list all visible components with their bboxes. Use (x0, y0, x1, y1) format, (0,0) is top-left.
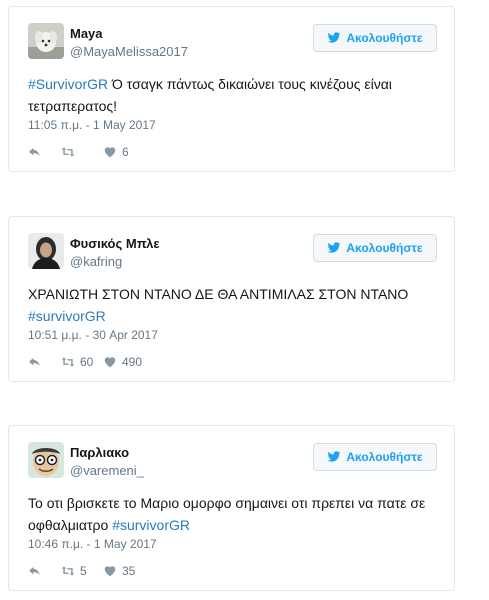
like-count: 6 (122, 145, 129, 159)
follow-button[interactable]: Ακολουθήστε (313, 443, 437, 471)
retweet-count: 5 (80, 564, 87, 578)
like-button[interactable]: 490 (103, 355, 142, 369)
reply-button[interactable] (28, 355, 61, 369)
tweet-timestamp[interactable]: 11:05 π.μ. - 1 May 2017 (28, 118, 156, 132)
reply-button[interactable] (28, 564, 61, 578)
twitter-bird-icon (327, 451, 341, 462)
tweet-actions: 6 (28, 145, 129, 159)
follow-label: Ακολουθήστε (346, 241, 423, 255)
reply-icon (29, 357, 40, 367)
avatar[interactable] (28, 23, 64, 59)
hashtag-link[interactable]: #survivorGR (28, 308, 106, 324)
follow-button[interactable]: Ακολουθήστε (313, 24, 437, 52)
tweet-timestamp[interactable]: 10:51 μ.μ. - 30 Apr 2017 (28, 328, 158, 342)
hashtag-link[interactable]: #survivorGR (112, 517, 190, 533)
avatar[interactable] (28, 233, 64, 269)
retweet-button[interactable]: 5 (61, 564, 103, 578)
heart-icon (104, 566, 116, 577)
tweet-card: Φυσικός Μπλε @kafring Ακολουθήστε ΧΡΑΝΙΩ… (8, 216, 455, 382)
like-button[interactable]: 6 (103, 145, 129, 159)
user-name[interactable]: Παρλιακο (70, 445, 129, 460)
retweet-icon (61, 357, 75, 367)
follow-label: Ακολουθήστε (346, 450, 423, 464)
reply-button[interactable] (28, 145, 61, 159)
tweet-text: Το οτι βρισκετε το Μαριο ομορφο σημαινει… (28, 492, 438, 536)
tweet-actions: 60 490 (28, 355, 142, 369)
tweet-actions: 5 35 (28, 564, 135, 578)
retweet-icon (61, 566, 75, 576)
like-count: 490 (122, 355, 143, 369)
retweet-button[interactable]: 60 (61, 355, 103, 369)
user-handle[interactable]: @kafring (70, 254, 122, 269)
heart-icon (104, 147, 116, 158)
tweet-text: #SurvivorGR Ό τσαγκ πάντως δικαιώνει του… (28, 73, 438, 117)
avatar[interactable] (28, 442, 64, 478)
heart-icon (104, 357, 116, 368)
twitter-bird-icon (327, 32, 341, 43)
tweet-card: Maya @MayaMelissa2017 Ακολουθήστε #Survi… (8, 6, 455, 172)
tweet-timestamp[interactable]: 10:46 π.μ. - 1 May 2017 (28, 537, 157, 551)
reply-icon (29, 147, 40, 157)
user-handle[interactable]: @MayaMelissa2017 (70, 44, 188, 59)
retweet-icon (61, 147, 75, 157)
retweet-count: 60 (80, 355, 94, 369)
tweet-card: Παρλιακο @varemeni_ Ακολουθήστε Το οτι β… (8, 425, 455, 591)
retweet-button[interactable] (61, 145, 103, 159)
user-name[interactable]: Φυσικός Μπλε (70, 236, 160, 251)
like-count: 35 (122, 564, 136, 578)
twitter-bird-icon (327, 242, 341, 253)
user-name[interactable]: Maya (70, 26, 103, 41)
reply-icon (29, 566, 40, 576)
hashtag-link[interactable]: #SurvivorGR (28, 76, 108, 92)
tweet-text: ΧΡΑΝΙΩΤΗ ΣΤΟΝ ΝΤΑΝΟ ΔΕ ΘΑ ΑΝΤΙΜΙΛΑΣ ΣΤΟΝ… (28, 283, 438, 327)
user-handle[interactable]: @varemeni_ (70, 463, 144, 478)
tweet-text-content: Το οτι βρισκετε το Μαριο ομορφο σημαινει… (28, 495, 426, 533)
like-button[interactable]: 35 (103, 564, 135, 578)
follow-button[interactable]: Ακολουθήστε (313, 234, 437, 262)
follow-label: Ακολουθήστε (346, 31, 423, 45)
tweet-text-content: ΧΡΑΝΙΩΤΗ ΣΤΟΝ ΝΤΑΝΟ ΔΕ ΘΑ ΑΝΤΙΜΙΛΑΣ ΣΤΟΝ… (28, 286, 409, 302)
